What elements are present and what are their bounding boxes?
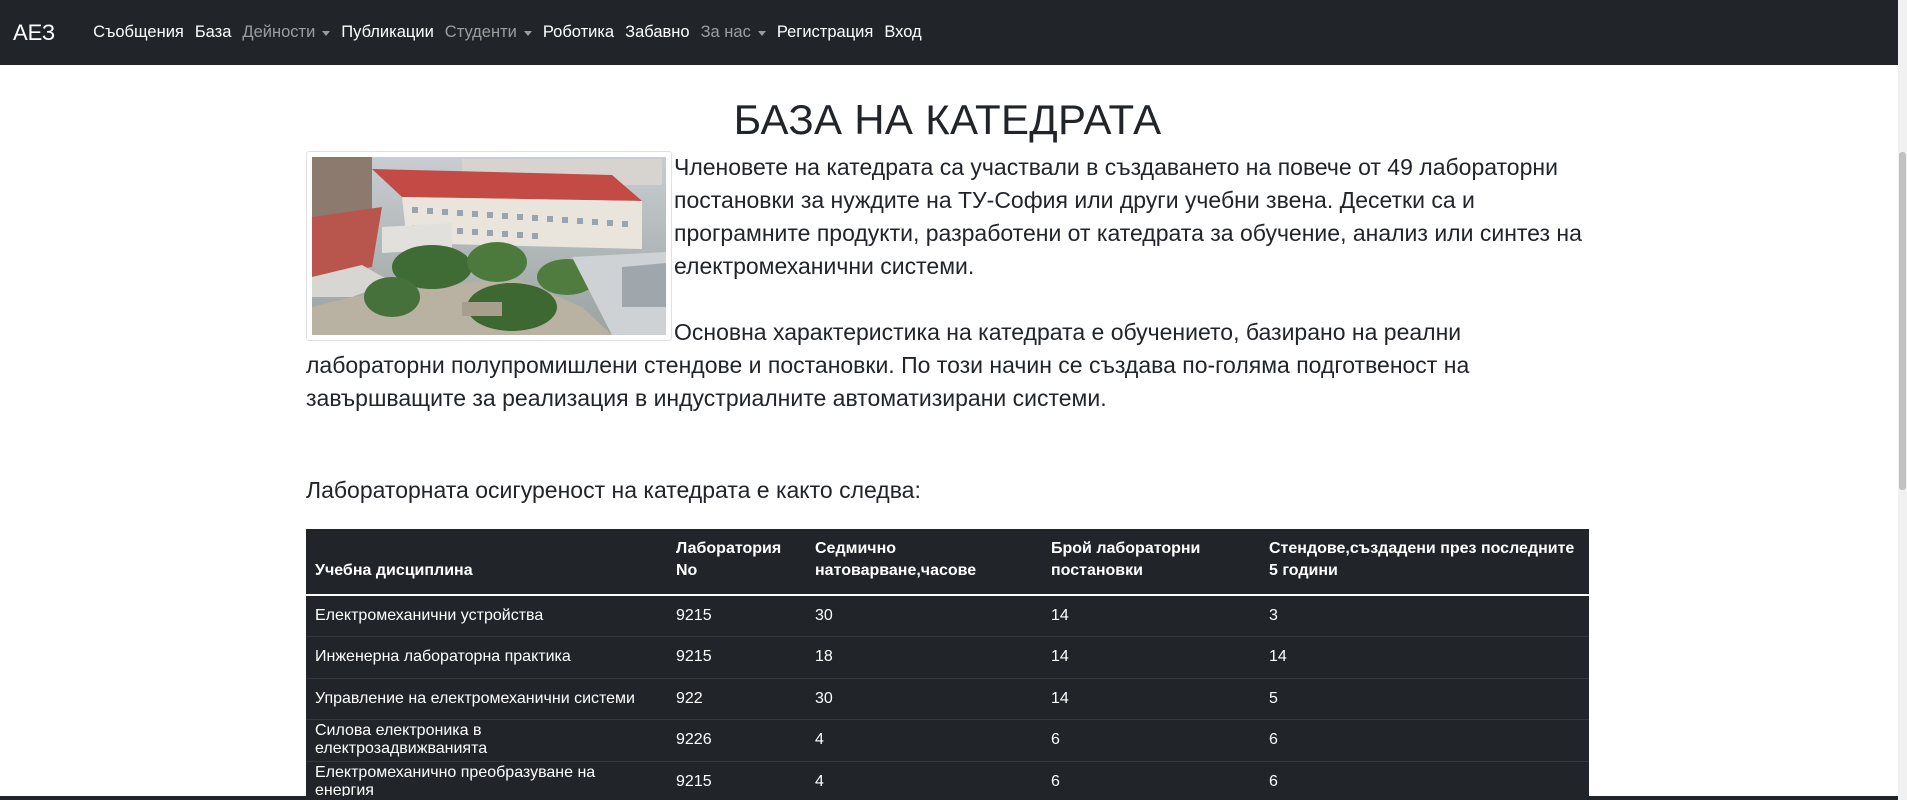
nav-item-label: Забавно	[625, 23, 690, 41]
nav-item-activities-dropdown[interactable]: Дейности	[242, 23, 331, 42]
table-row: Управление на електромеханични системи 9…	[306, 677, 1589, 720]
nav-item-label: За нас	[700, 23, 751, 41]
nav-item-students-dropdown[interactable]: Студенти	[445, 23, 532, 42]
table-cell: 14	[1260, 636, 1589, 678]
column-header: Учебна дисциплина	[306, 529, 667, 596]
table-cell: 4	[806, 760, 1042, 800]
nav-item-label: Студенти	[444, 23, 517, 41]
bottom-edge	[0, 796, 1898, 800]
page-scrollbar[interactable]	[1898, 0, 1907, 800]
brand-link[interactable]: АЕЗ	[13, 20, 55, 46]
table-header-row: Учебна дисциплина Лаборатория No Седмичн…	[306, 529, 1589, 596]
campus-photo	[306, 151, 672, 341]
table-cell: 18	[806, 636, 1042, 678]
table-cell: 922	[667, 677, 806, 720]
column-header: Седмично натоварване,часове	[806, 529, 1042, 596]
table-cell: 14	[1051, 607, 1069, 624]
table-cell: 9226	[667, 719, 806, 761]
nav-item-label: Публикации	[341, 23, 434, 41]
caret-down-icon	[322, 30, 331, 36]
table-cell: 30	[815, 607, 833, 624]
table-cell: 9215	[667, 760, 806, 800]
intro-section: Членовете на катедрата са участвали в съ…	[306, 151, 1589, 415]
table-row: Електромеханични устройства 9215 30 14 3	[306, 595, 1589, 637]
table-cell: 6	[1042, 719, 1260, 761]
table-row: Електромеханично преобразуване на енерги…	[306, 760, 1589, 800]
table-cell: 9215	[667, 636, 806, 678]
nav-item-publications[interactable]: Публикации	[341, 23, 434, 42]
table-cell: Силова електроника в електрозадвижваният…	[306, 719, 667, 761]
nav-item-label: Роботика	[542, 23, 615, 41]
column-header: Лаборатория No	[667, 529, 806, 596]
table-cell: 3	[1269, 607, 1278, 624]
nav-item-label: Дейности	[242, 23, 316, 41]
nav-item-register[interactable]: Регистрация	[777, 23, 873, 42]
table-cell: 14	[1042, 636, 1260, 678]
caret-down-icon	[757, 30, 766, 36]
scrollbar-thumb[interactable]	[1899, 152, 1906, 490]
table-row: Силова електроника в електрозадвижваният…	[306, 719, 1589, 761]
nav-item-base[interactable]: База	[195, 23, 232, 42]
caret-down-icon	[523, 30, 532, 36]
lab-intro-text: Лабораторната осигуреност на катедрата е…	[306, 477, 921, 503]
nav-menu: Съобщения База Дейности Публикации Студе…	[93, 23, 932, 42]
main-content: БАЗА НА КАТЕДРАТА Членовете на катедрата…	[306, 65, 1589, 800]
campus-photo-image	[312, 157, 666, 335]
nav-item-login[interactable]: Вход	[884, 23, 921, 42]
table-cell: Електромеханични устройства	[315, 607, 544, 624]
nav-item-label: Вход	[884, 23, 922, 41]
nav-item-label: Регистрация	[776, 23, 874, 41]
table-cell: 6	[1260, 719, 1589, 761]
nav-item-about-dropdown[interactable]: За нас	[701, 23, 766, 42]
table-cell: 5	[1260, 677, 1589, 720]
nav-item-fun[interactable]: Забавно	[625, 23, 689, 42]
top-navbar: АЕЗ Съобщения База Дейности Публикации С…	[0, 0, 1898, 65]
nav-item-robotics[interactable]: Роботика	[543, 23, 614, 42]
table-cell: Електромеханично преобразуване на енерги…	[306, 760, 667, 800]
page-title: БАЗА НА КАТЕДРАТА	[733, 96, 1162, 143]
table-cell: Инженерна лабораторна практика	[306, 636, 667, 678]
table-cell: 14	[1042, 677, 1260, 720]
table-cell: 4	[806, 719, 1042, 761]
column-header: Брой лабораторни постановки	[1042, 529, 1260, 596]
column-header: Стендове,създадени през последните 5 год…	[1260, 529, 1589, 596]
lab-table: Учебна дисциплина Лаборатория No Седмичн…	[306, 529, 1589, 800]
table-cell: 6	[1042, 760, 1260, 800]
table-row: Инженерна лабораторна практика 9215 18 1…	[306, 636, 1589, 678]
nav-item-label: Съобщения	[93, 23, 184, 41]
nav-item-messages[interactable]: Съобщения	[93, 23, 184, 42]
table-cell: 9215	[676, 607, 712, 624]
table-cell: Управление на електромеханични системи	[306, 677, 667, 720]
nav-item-label: База	[194, 23, 232, 41]
table-cell: 6	[1260, 760, 1589, 800]
table-cell: 30	[806, 677, 1042, 720]
